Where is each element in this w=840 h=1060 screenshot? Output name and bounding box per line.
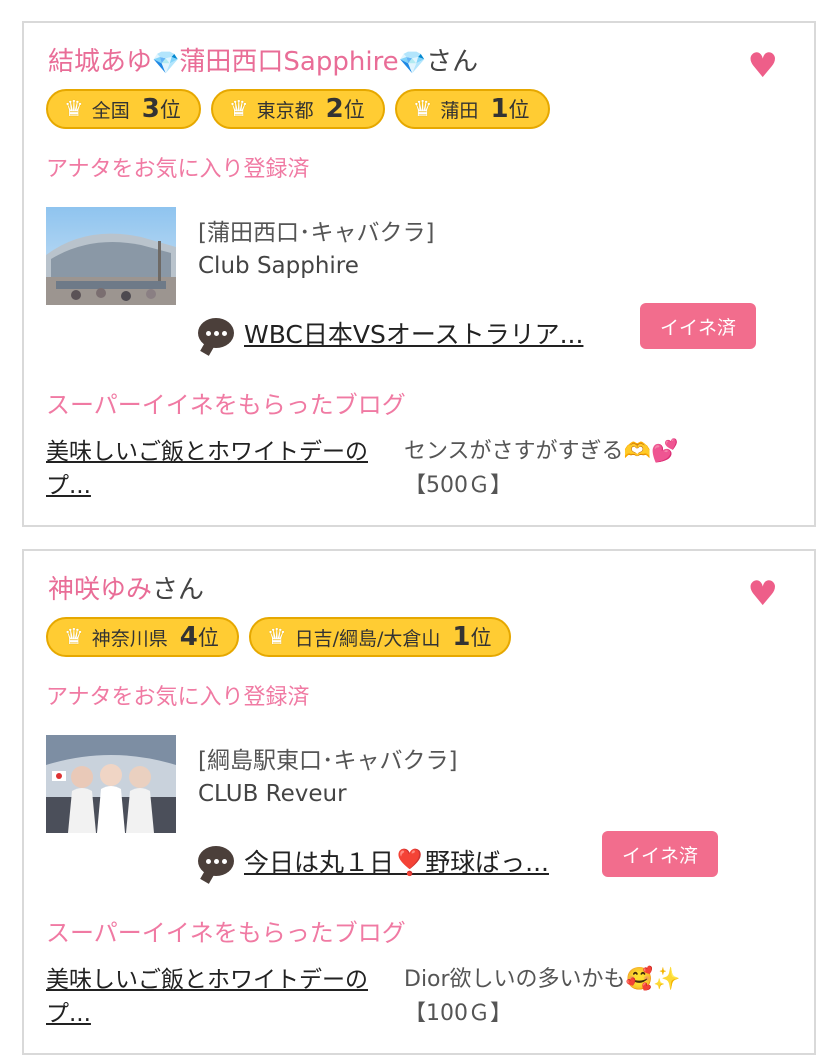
- comment-bubble-icon: [198, 318, 234, 348]
- shop-thumbnail[interactable]: [46, 735, 176, 833]
- rank-number: 2: [325, 94, 344, 124]
- blog-points: 【500Ｇ】: [404, 473, 512, 498]
- rank-suffix: 位: [508, 98, 530, 122]
- crown-icon: ♛: [266, 624, 287, 650]
- cast-name-text[interactable]: 結城あゆ: [48, 47, 152, 77]
- blog-title-link[interactable]: 美味しいご飯とホワイトデーのプ...: [46, 435, 386, 503]
- rank-suffix: 位: [470, 626, 492, 650]
- diamond-icon: 💎: [398, 51, 427, 76]
- heart-icon[interactable]: ♥: [748, 49, 778, 83]
- rank-suffix: 位: [343, 98, 365, 122]
- heart-icon[interactable]: ♥: [748, 577, 778, 611]
- rank-number: 4: [179, 622, 198, 652]
- rank-area: 日吉/綱島/大倉山: [294, 627, 441, 650]
- rank-badge: ♛ 蒲田 1位: [394, 89, 550, 129]
- crown-icon: ♛: [64, 96, 84, 122]
- blog-title-link[interactable]: 美味しいご飯とホワイトデーのプ...: [46, 963, 386, 1031]
- super-like-heading: スーパーイイネをもらったブログ: [46, 391, 406, 419]
- rank-number: 3: [141, 94, 160, 124]
- shop-thumbnail[interactable]: [46, 207, 176, 305]
- super-like-heading: スーパーイイネをもらったブログ: [46, 919, 406, 947]
- cast-name[interactable]: 結城あゆ💎蒲田西口Sapphire💎さん: [48, 45, 478, 81]
- rank-suffix: 位: [197, 626, 219, 650]
- cast-card: 神咲ゆみさん ♥ ♛ 神奈川県 4位 ♛ 日吉/綱島/大倉山 1位 アナタをお気…: [22, 549, 816, 1055]
- crown-icon: ♛: [412, 96, 433, 122]
- rank-area: 神奈川県: [91, 627, 168, 650]
- favorite-status: アナタをお気に入り登録済: [46, 685, 310, 710]
- shop-category: [蒲田西口･キャバクラ]: [198, 220, 435, 246]
- blog-comment-text: センスがさすがすぎる🫶💕: [404, 439, 679, 464]
- shop-name[interactable]: CLUB Reveur: [198, 781, 347, 807]
- latest-post[interactable]: WBC日本VSオーストラリア...: [198, 315, 583, 351]
- blog-comment-text: Dior欲しいの多いかも🥰✨: [404, 967, 681, 992]
- cast-card: 結城あゆ💎蒲田西口Sapphire💎さん ♥ ♛ 全国 3位 ♛ 東京都 2位 …: [22, 21, 816, 527]
- rank-area: 蒲田: [440, 99, 479, 122]
- shop-category: [綱島駅東口･キャバクラ]: [198, 748, 458, 774]
- cast-name-shop[interactable]: 蒲田西口Sapphire: [179, 47, 398, 77]
- blog-comment: センスがさすがすぎる🫶💕 【500Ｇ】: [404, 435, 784, 503]
- rank-area: 東京都: [256, 99, 314, 122]
- blog-points: 【100Ｇ】: [404, 1001, 512, 1026]
- diamond-icon: 💎: [152, 51, 180, 76]
- favorite-status: アナタをお気に入り登録済: [46, 157, 310, 182]
- rank-number: 1: [452, 622, 471, 652]
- honorific: さん: [426, 47, 479, 77]
- rank-area: 全国: [91, 99, 130, 122]
- rank-badges: ♛ 神奈川県 4位 ♛ 日吉/綱島/大倉山 1位: [46, 617, 512, 657]
- rank-badge: ♛ 全国 3位: [46, 89, 201, 129]
- rank-badges: ♛ 全国 3位 ♛ 東京都 2位 ♛ 蒲田 1位: [46, 89, 550, 129]
- shop-name[interactable]: Club Sapphire: [198, 253, 359, 279]
- like-button[interactable]: イイネ済: [640, 303, 757, 349]
- cast-name[interactable]: 神咲ゆみさん: [48, 573, 204, 607]
- crown-icon: ♛: [64, 624, 84, 650]
- rank-badge: ♛ 日吉/綱島/大倉山 1位: [248, 617, 512, 657]
- rank-badge: ♛ 神奈川県 4位: [46, 617, 239, 657]
- like-button[interactable]: イイネ済: [602, 831, 719, 877]
- honorific: さん: [152, 575, 205, 605]
- cast-name-text[interactable]: 神咲ゆみ: [48, 575, 152, 605]
- post-title-link[interactable]: 今日は丸１日❣️野球ばっ...: [244, 843, 549, 879]
- rank-number: 1: [490, 94, 509, 124]
- latest-post[interactable]: 今日は丸１日❣️野球ばっ...: [198, 843, 549, 879]
- comment-bubble-icon: [198, 846, 234, 876]
- rank-badge: ♛ 東京都 2位: [210, 89, 385, 129]
- blog-comment: Dior欲しいの多いかも🥰✨ 【100Ｇ】: [404, 963, 784, 1031]
- crown-icon: ♛: [228, 96, 249, 122]
- post-title-link[interactable]: WBC日本VSオーストラリア...: [244, 315, 583, 351]
- rank-suffix: 位: [159, 98, 181, 122]
